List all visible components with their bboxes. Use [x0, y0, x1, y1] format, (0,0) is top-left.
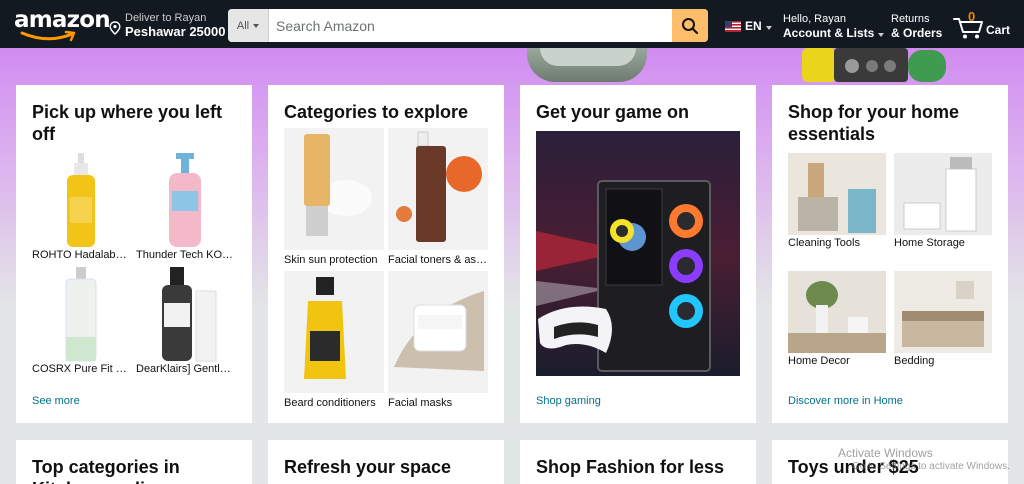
see-more-link[interactable]: See more	[32, 395, 80, 407]
location-pin-icon	[109, 21, 121, 35]
card-title: Shop for your home essentials	[788, 102, 959, 144]
category-caption: Skin sun protection	[284, 254, 378, 266]
category-image	[284, 271, 384, 393]
search-category-label: All	[236, 19, 250, 32]
search-icon	[682, 17, 699, 34]
home-item[interactable]: Cleaning Tools	[788, 153, 886, 253]
product-caption: Thunder Tech KOSÉ Softymo	[136, 249, 236, 261]
home-item-image	[788, 153, 886, 235]
home-caption: Home Decor	[788, 355, 850, 367]
account-lists-label: Account & Lists	[783, 26, 885, 40]
home-item-image	[894, 153, 992, 235]
card-title: Shop Fashion for less	[536, 457, 725, 477]
category-item[interactable]: Facial masks	[388, 271, 488, 412]
search-button[interactable]	[672, 9, 708, 42]
category-image	[388, 271, 488, 393]
deliver-location: Peshawar 25000	[125, 24, 226, 39]
category-item[interactable]: Skin sun protection	[284, 128, 384, 269]
account-lists-text: Account & Lists	[783, 26, 875, 40]
category-caption: Facial toners & astringents	[388, 254, 488, 266]
category-caption: Beard conditioners	[284, 397, 376, 409]
card-title: Pick up where you left off	[32, 102, 223, 144]
product-caption: COSRX Pure Fit Cica Toner	[32, 363, 130, 375]
home-caption: Bedding	[894, 355, 935, 367]
top-navbar: amazon Deliver to Rayan Peshawar 25000 A…	[0, 0, 1024, 48]
activate-windows-watermark: Activate Windows	[838, 446, 933, 460]
language-label: EN	[745, 19, 762, 33]
shop-gaming-link[interactable]: Shop gaming	[536, 395, 601, 407]
hero-product-image-blender	[802, 48, 946, 82]
home-item[interactable]: Home Decor	[788, 271, 886, 371]
home-item[interactable]: Bedding	[894, 271, 992, 371]
smile-arrow-icon	[20, 30, 76, 42]
category-item[interactable]: Facial toners & astringents	[388, 128, 488, 269]
recent-item[interactable]: Thunder Tech KOSÉ Softymo	[136, 153, 236, 265]
card-title: Get your game on	[536, 102, 690, 122]
orders-label: & Orders	[891, 26, 943, 40]
card-refresh-space: Refresh your space	[268, 440, 504, 484]
language-selector[interactable]: EN	[725, 18, 772, 34]
category-image	[388, 128, 488, 250]
product-image	[136, 153, 236, 249]
search-category-dropdown[interactable]: All	[228, 9, 269, 42]
product-image	[136, 267, 236, 363]
category-caption: Facial masks	[388, 397, 453, 409]
search-bar: All	[228, 9, 708, 42]
product-caption: ROHTO Hadalabo Gokujyun Premium Cleansin…	[32, 249, 130, 261]
account-menu[interactable]: Hello, Rayan Account & Lists	[783, 13, 885, 40]
home-caption: Home Storage	[894, 237, 965, 249]
card-home-essentials: Shop for your home essentials Cleaning T…	[772, 85, 1008, 423]
home-item[interactable]: Home Storage	[894, 153, 992, 253]
deliver-label: Deliver to Rayan	[125, 12, 207, 24]
card-title: Top categories in Kitchen appliances	[32, 457, 196, 484]
gaming-pc-image[interactable]	[536, 131, 740, 376]
recent-item[interactable]: DearKlairs] Gentle Black Deep Cleansing …	[136, 267, 236, 379]
us-flag-icon	[725, 20, 741, 32]
amazon-logo[interactable]: amazon	[14, 7, 111, 42]
chevron-down-icon	[253, 23, 260, 28]
activate-windows-subtext: Go to Settings to activate Windows.	[852, 461, 1010, 472]
home-item-image	[788, 271, 886, 353]
discover-home-link[interactable]: Discover more in Home	[788, 395, 903, 407]
chevron-down-icon	[878, 33, 885, 37]
card-fashion: Shop Fashion for less	[520, 440, 756, 484]
card-kitchen: Top categories in Kitchen appliances	[16, 440, 252, 484]
account-greeting: Hello, Rayan	[783, 13, 846, 25]
card-recent-items: Pick up where you left off ROHTO Hadalab…	[16, 85, 252, 423]
recent-item[interactable]: ROHTO Hadalabo Gokujyun Premium Cleansin…	[32, 153, 130, 265]
returns-label: Returns	[891, 13, 930, 25]
product-image	[32, 267, 130, 363]
search-input[interactable]	[270, 9, 672, 42]
category-item[interactable]: Beard conditioners	[284, 271, 384, 412]
card-categories: Categories to explore Skin sun protectio…	[268, 85, 504, 423]
cart-label: Cart	[986, 23, 1011, 37]
hero-product-image-top	[540, 48, 636, 66]
cart-button[interactable]: 0 Cart	[953, 9, 1019, 40]
category-image	[284, 128, 384, 250]
chevron-down-icon	[765, 26, 772, 30]
recent-item[interactable]: COSRX Pure Fit Cica Toner	[32, 267, 130, 379]
card-title: Refresh your space	[284, 457, 452, 477]
product-caption: DearKlairs] Gentle Black Deep Cleansing …	[136, 363, 236, 375]
logo-text: amazon	[14, 7, 111, 33]
home-item-image	[894, 271, 992, 353]
home-caption: Cleaning Tools	[788, 237, 860, 249]
cart-icon	[953, 18, 983, 39]
card-title: Categories to explore	[284, 102, 469, 122]
returns-orders[interactable]: Returns & Orders	[891, 13, 942, 40]
card-gaming: Get your game on Shop gaming	[520, 85, 756, 423]
product-image	[32, 153, 130, 249]
